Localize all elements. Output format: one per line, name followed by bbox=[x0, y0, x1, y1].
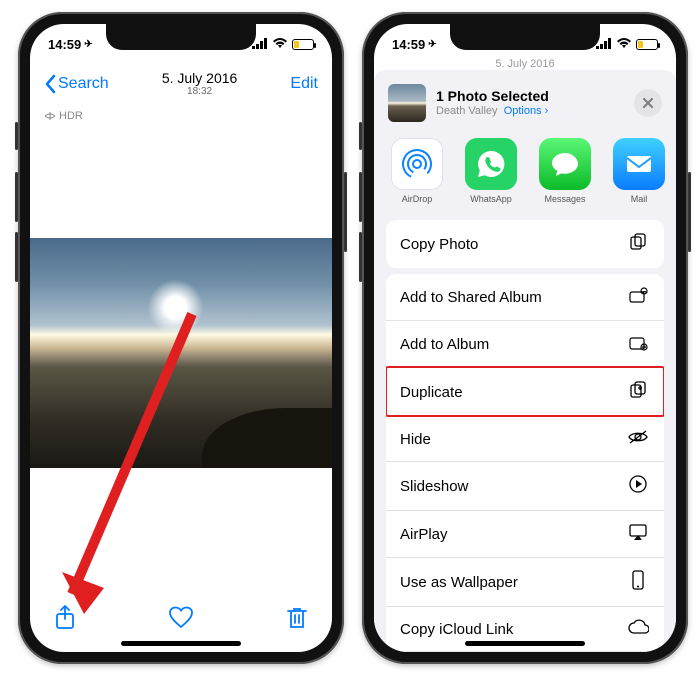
edit-button[interactable]: Edit bbox=[290, 75, 318, 93]
action-label: Slideshow bbox=[400, 478, 468, 495]
battery-icon bbox=[636, 39, 658, 50]
share-sheet: 1 Photo Selected Death Valley Options › bbox=[374, 70, 676, 652]
action-label: Use as Wallpaper bbox=[400, 574, 518, 591]
action-label: Add to Shared Album bbox=[400, 289, 542, 306]
airplay-icon bbox=[626, 523, 650, 545]
action-add-shared-album[interactable]: Add to Shared Album bbox=[386, 274, 664, 320]
home-indicator[interactable] bbox=[121, 641, 241, 646]
hdr-badge: HDR bbox=[44, 110, 83, 122]
home-indicator[interactable] bbox=[465, 641, 585, 646]
location-icon: ✈︎ bbox=[84, 39, 92, 50]
action-airplay[interactable]: AirPlay bbox=[386, 510, 664, 557]
action-slideshow[interactable]: Slideshow bbox=[386, 461, 664, 510]
action-save-files[interactable]: Save to Files bbox=[386, 651, 664, 652]
app-label: WhatsApp bbox=[462, 194, 520, 204]
copy-icon bbox=[626, 232, 650, 256]
photo-time: 18:32 bbox=[162, 86, 238, 98]
nav-header: Search 5. July 2016 18:32 Edit bbox=[30, 62, 332, 106]
battery-icon bbox=[292, 39, 314, 50]
mail-icon bbox=[613, 138, 665, 190]
album-icon bbox=[626, 333, 650, 355]
status-time: 14:59 bbox=[392, 37, 425, 52]
screen-share-sheet: 14:59 ✈︎ 5. July 2016 bbox=[374, 24, 676, 652]
app-whatsapp[interactable]: WhatsApp bbox=[462, 138, 520, 204]
messages-icon bbox=[539, 138, 591, 190]
underlying-date: 5. July 2016 bbox=[374, 58, 676, 70]
action-add-album[interactable]: Add to Album bbox=[386, 320, 664, 367]
action-label: Copy Photo bbox=[400, 236, 478, 253]
action-duplicate[interactable]: Duplicate bbox=[386, 367, 664, 416]
actions-list: Add to Shared Album Add to Album Duplica… bbox=[386, 274, 664, 652]
copy-photo-card: Copy Photo bbox=[386, 220, 664, 268]
action-label: AirPlay bbox=[400, 526, 448, 543]
app-mail[interactable]: Mail bbox=[610, 138, 668, 204]
photo-thumbnail-icon bbox=[388, 84, 426, 122]
play-icon bbox=[626, 474, 650, 498]
wifi-icon bbox=[272, 37, 288, 52]
action-copy-photo[interactable]: Copy Photo bbox=[386, 220, 664, 268]
shared-album-icon bbox=[626, 286, 650, 308]
action-label: Copy iCloud Link bbox=[400, 621, 513, 638]
screen-photo-viewer: 14:59 ✈︎ Search bbox=[30, 24, 332, 652]
whatsapp-icon bbox=[465, 138, 517, 190]
app-label: Messages bbox=[536, 194, 594, 204]
status-time: 14:59 bbox=[48, 37, 81, 52]
delete-button[interactable] bbox=[286, 606, 308, 630]
annotation-arrow bbox=[62, 304, 232, 624]
action-label: Hide bbox=[400, 431, 431, 448]
action-label: Add to Album bbox=[400, 336, 489, 353]
duplicate-icon bbox=[626, 380, 650, 404]
app-label: Mail bbox=[610, 194, 668, 204]
back-label: Search bbox=[58, 75, 109, 93]
wifi-icon bbox=[616, 37, 632, 52]
action-label: Duplicate bbox=[400, 384, 463, 401]
app-airdrop[interactable]: AirDrop bbox=[388, 138, 446, 204]
share-apps-row[interactable]: AirDrop WhatsApp Messages bbox=[374, 134, 676, 214]
location-icon: ✈︎ bbox=[428, 39, 436, 50]
action-wallpaper[interactable]: Use as Wallpaper bbox=[386, 557, 664, 606]
sheet-header: 1 Photo Selected Death Valley Options › bbox=[374, 70, 676, 134]
hide-icon bbox=[626, 429, 650, 449]
back-button[interactable]: Search bbox=[44, 74, 109, 94]
airdrop-icon bbox=[391, 138, 443, 190]
app-label: AirDrop bbox=[388, 194, 446, 204]
photo-location: Death Valley bbox=[436, 105, 498, 117]
app-messages[interactable]: Messages bbox=[536, 138, 594, 204]
close-button[interactable] bbox=[634, 89, 662, 117]
phone-right: 14:59 ✈︎ 5. July 2016 bbox=[362, 12, 688, 664]
phone-icon bbox=[626, 570, 650, 594]
selected-count: 1 Photo Selected bbox=[436, 88, 624, 105]
options-button[interactable]: Options › bbox=[504, 105, 549, 117]
photo-date: 5. July 2016 bbox=[162, 70, 238, 86]
cloud-icon bbox=[626, 619, 650, 639]
phone-left: 14:59 ✈︎ Search bbox=[18, 12, 344, 664]
action-hide[interactable]: Hide bbox=[386, 416, 664, 461]
